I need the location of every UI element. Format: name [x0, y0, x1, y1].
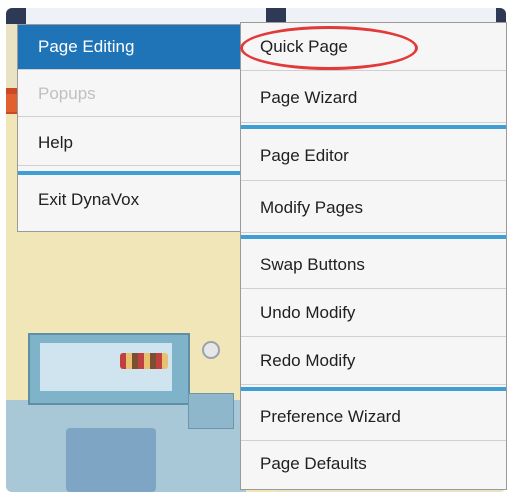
submenu-separator: [241, 235, 506, 239]
submenu-item-label: Page Wizard: [260, 87, 358, 107]
annotation-circle: [240, 26, 418, 70]
menu-item-exit-dynavox[interactable]: Exit DynaVox: [18, 177, 246, 223]
scene-food: [120, 353, 168, 369]
background-chair: [66, 428, 156, 492]
submenu-item-label: Preference Wizard: [260, 406, 401, 426]
scene-picture: [28, 333, 190, 405]
menu-item-label: Page Editing: [38, 37, 135, 56]
submenu-item-modify-pages[interactable]: Modify Pages: [241, 183, 506, 233]
submenu-item-swap-buttons[interactable]: Swap Buttons: [241, 241, 506, 289]
submenu-item-undo-modify[interactable]: Undo Modify: [241, 289, 506, 337]
menu-item-help[interactable]: Help: [18, 121, 246, 166]
submenu-item-page-defaults[interactable]: Page Defaults: [241, 441, 506, 487]
submenu-item-label: Redo Modify: [260, 350, 356, 370]
menu-separator: [18, 171, 246, 175]
submenu-item-redo-modify[interactable]: Redo Modify: [241, 337, 506, 385]
submenu-item-page-wizard[interactable]: Page Wizard: [241, 73, 506, 123]
submenu-item-label: Page Editor: [260, 145, 349, 165]
submenu-item-label: Undo Modify: [260, 302, 356, 322]
menu-item-popups: Popups: [18, 72, 246, 117]
submenu-separator: [241, 387, 506, 391]
scene-desk: [188, 393, 234, 429]
menu-item-label: Help: [38, 133, 73, 152]
main-menu: Page Editing Popups Help Exit DynaVox: [17, 24, 247, 232]
submenu-item-page-editor[interactable]: Page Editor: [241, 131, 506, 181]
menu-item-page-editing[interactable]: Page Editing: [18, 25, 246, 70]
menu-item-label: Popups: [38, 84, 96, 103]
submenu-item-preference-wizard[interactable]: Preference Wizard: [241, 393, 506, 441]
page-editing-submenu: Quick Page Page Wizard Page Editor Modif…: [240, 22, 507, 490]
menu-item-label: Exit DynaVox: [38, 190, 140, 209]
submenu-separator: [241, 125, 506, 129]
submenu-item-label: Modify Pages: [260, 197, 363, 217]
submenu-item-label: Swap Buttons: [260, 254, 365, 274]
submenu-item-label: Page Defaults: [260, 454, 367, 473]
settings-dial-icon: [202, 341, 220, 359]
